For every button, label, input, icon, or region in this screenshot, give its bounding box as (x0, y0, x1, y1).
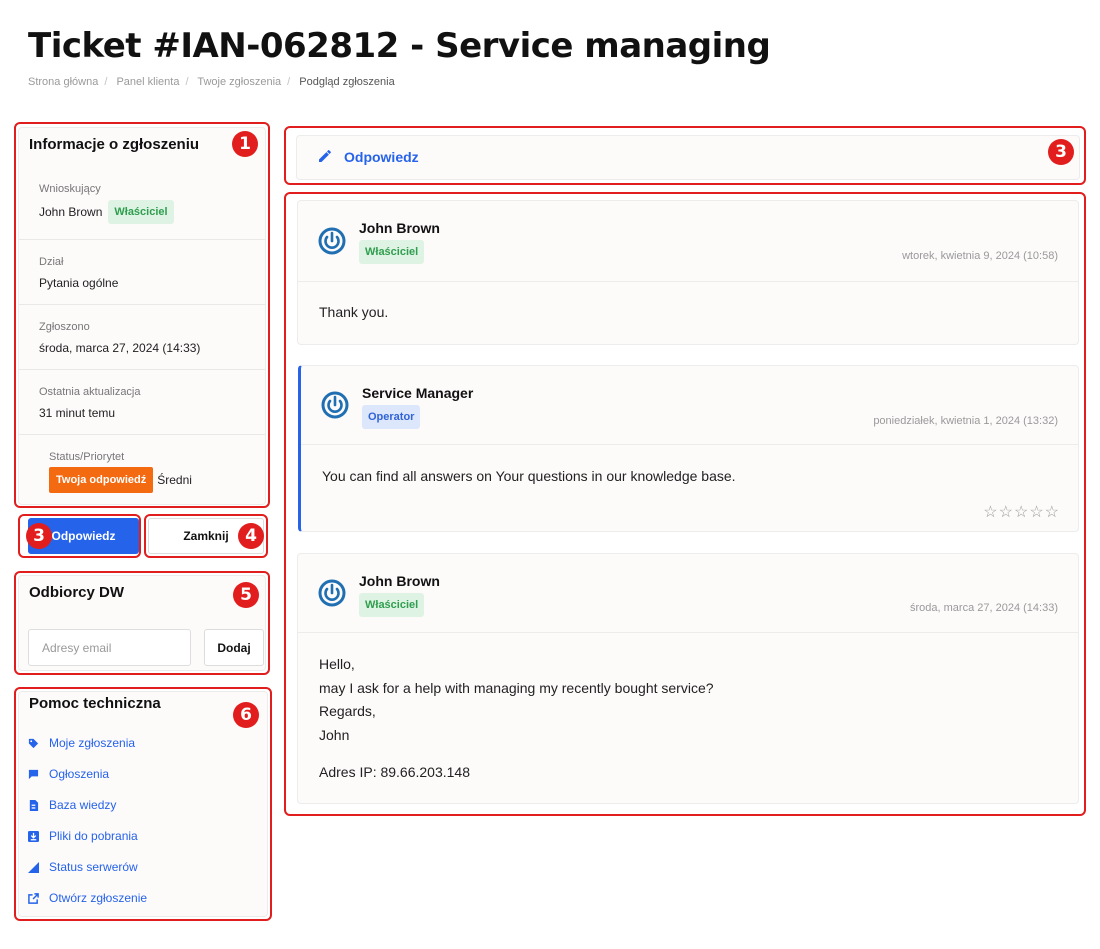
message-role-badge: Właściciel (359, 593, 425, 617)
message-role-badge: Operator (362, 405, 421, 429)
annotation-1: 1 (232, 131, 258, 157)
avatar (318, 579, 346, 607)
message-author: John Brown (359, 220, 440, 236)
message-card-operator: Service Manager Operator poniedziałek, k… (298, 365, 1079, 532)
message-line: Thank you. (319, 304, 389, 320)
message-card: John Brown Właściciel środa, marca 27, 2… (297, 553, 1079, 804)
breadcrumb-current: Podgląd zgłoszenia (299, 76, 395, 88)
message-author: Service Manager (362, 385, 474, 401)
message-author: John Brown (359, 573, 440, 589)
message-body: Thank you. (319, 301, 388, 325)
star-rating[interactable]: ☆☆☆☆☆ (983, 502, 1060, 522)
message-date: poniedziałek, kwietnia 1, 2024 (13:32) (873, 415, 1058, 427)
breadcrumb: Strona główna / Panel klienta / Twoje zgło… (28, 76, 395, 88)
message-date: wtorek, kwietnia 9, 2024 (10:58) (902, 250, 1058, 262)
message-card: John Brown Właściciel wtorek, kwietnia 9… (297, 200, 1079, 345)
annotation-3: 3 (1048, 139, 1074, 165)
message-line: may I ask for a help with managing my re… (319, 679, 714, 696)
page-title: Ticket #IAN-062812 - Service managing (28, 26, 771, 66)
message-body: Hello, may I ask for a help with managin… (319, 653, 714, 785)
message-date: środa, marca 27, 2024 (14:33) (910, 602, 1058, 614)
message-line: You can find all answers on Your questio… (322, 468, 736, 484)
message-line: Regards, (319, 703, 376, 719)
message-line: John (319, 726, 350, 743)
avatar (321, 391, 349, 419)
annotation-3-left: 3 (26, 523, 52, 549)
message-body: You can find all answers on Your questio… (322, 465, 736, 489)
annotation-6: 6 (233, 702, 259, 728)
message-line: Hello, (319, 656, 355, 672)
annotation-4: 4 (238, 523, 264, 549)
annotation-5: 5 (233, 582, 259, 608)
avatar (318, 227, 346, 255)
message-ip-address: Adres IP: 89.66.203.148 (319, 764, 470, 780)
breadcrumb-client-panel[interactable]: Panel klienta (116, 76, 179, 88)
breadcrumb-tickets[interactable]: Twoje zgłoszenia (197, 76, 281, 88)
message-role-badge: Właściciel (359, 240, 425, 264)
breadcrumb-home[interactable]: Strona główna (28, 76, 98, 88)
